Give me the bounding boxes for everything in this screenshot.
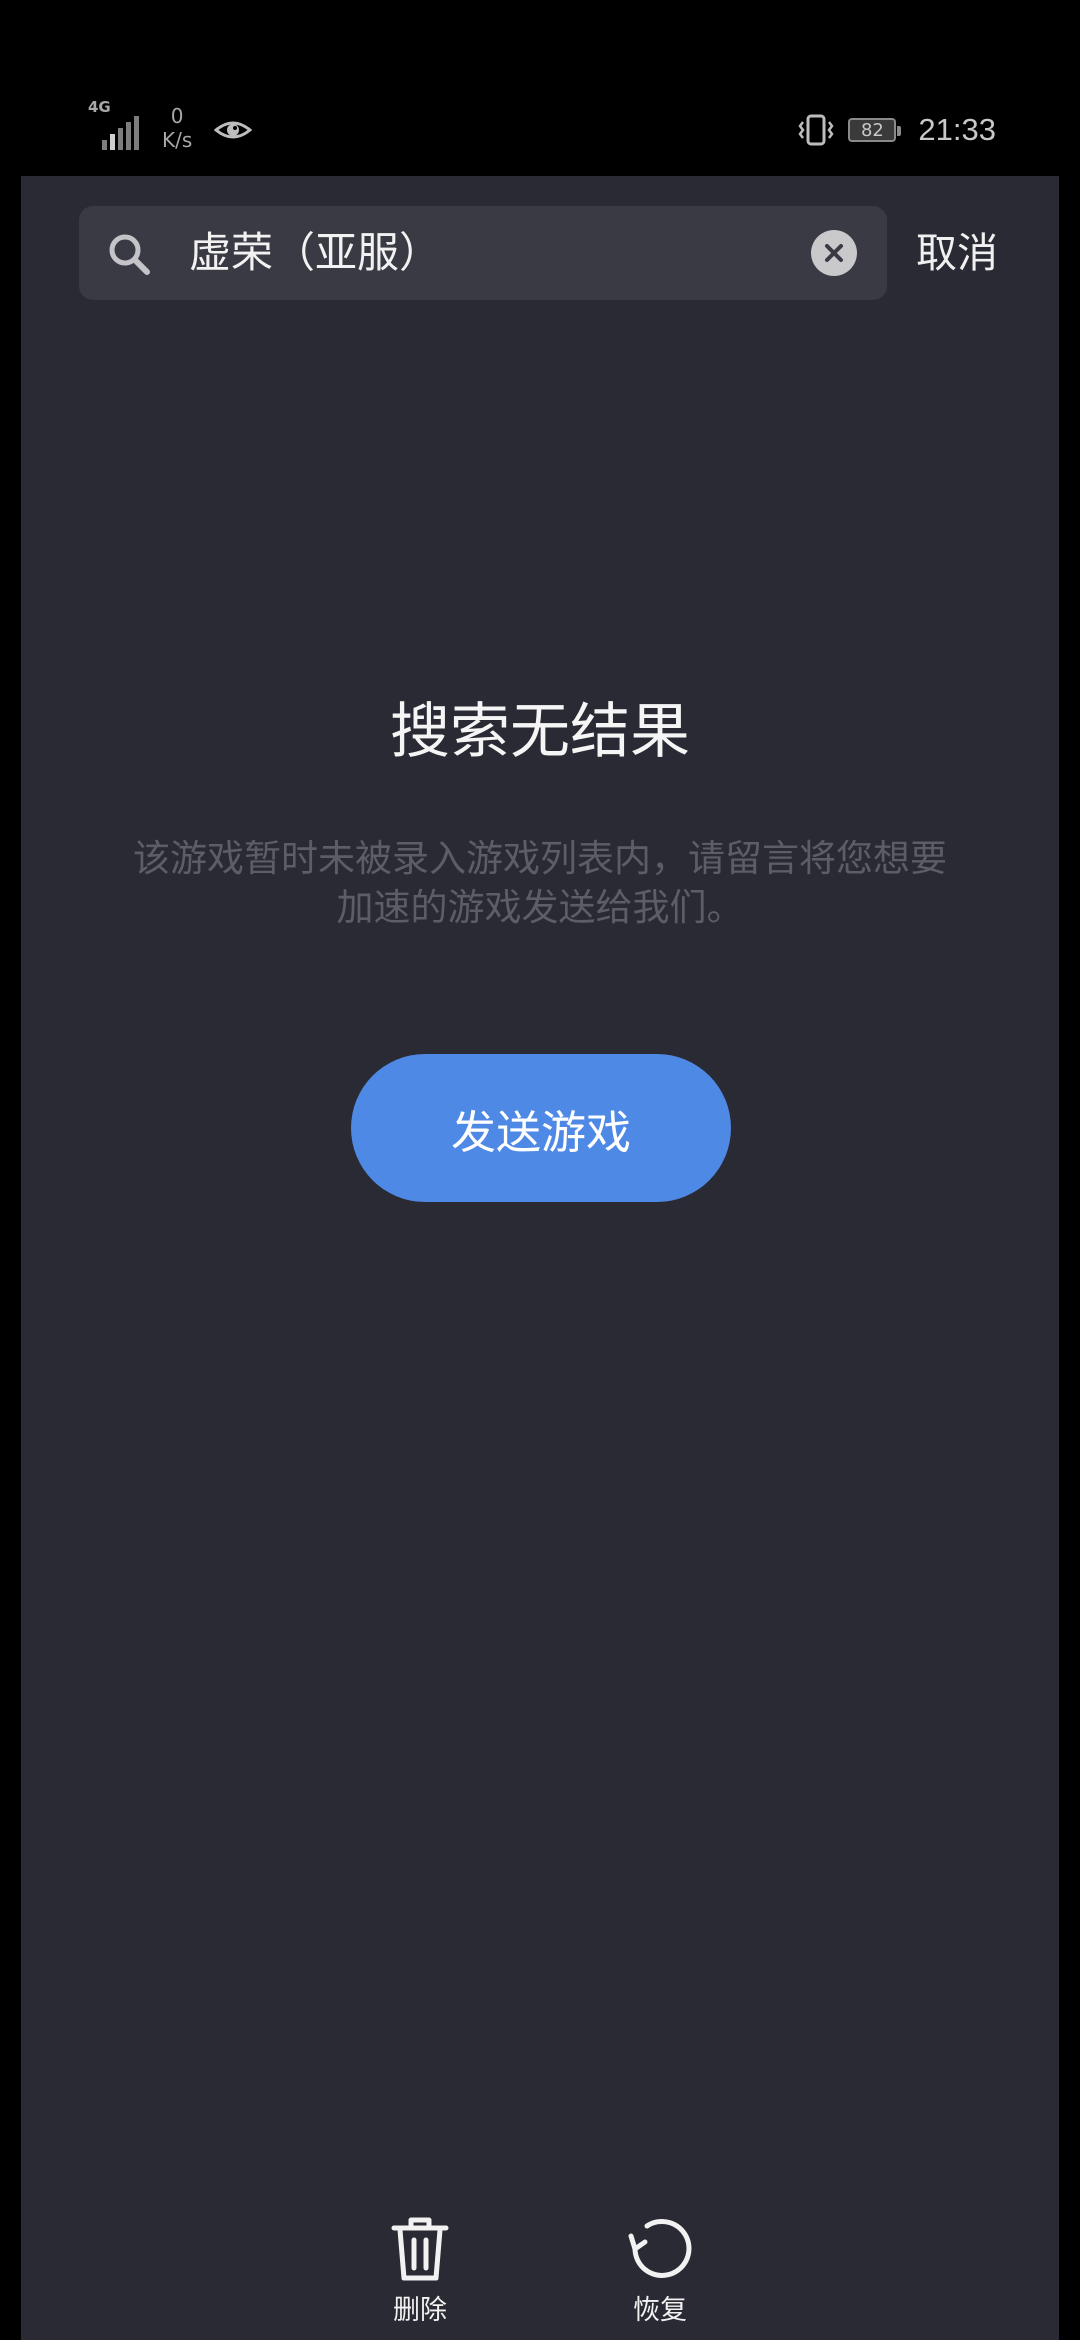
battery-level: 82	[860, 119, 884, 141]
search-page: 虚荣（亚服） 取消 搜索无结果 该游戏暂时未被录入游戏列表内，请留言将您想要加速…	[21, 176, 1059, 2340]
network-type: 4G	[88, 98, 111, 116]
send-game-button-label: 发送游戏	[450, 1105, 631, 1159]
vibrate-icon	[798, 114, 834, 146]
search-input[interactable]: 虚荣（亚服）	[79, 206, 887, 300]
network-speed: 0 K/s	[162, 104, 192, 152]
clear-icon	[825, 244, 843, 262]
restore-icon	[628, 2218, 692, 2278]
eye-icon	[214, 121, 253, 139]
signal-strength-icon: 4G	[88, 98, 140, 150]
search-icon	[109, 234, 150, 275]
trash-icon	[391, 2217, 449, 2281]
network-speed-unit: K/s	[162, 128, 193, 152]
search-query: 虚荣（亚服）	[189, 228, 442, 277]
status-left: 4G 0 K/s	[88, 98, 253, 152]
empty-state-title: 搜索无结果	[390, 697, 690, 767]
clear-search-button[interactable]	[811, 230, 857, 276]
status-bar: 4G 0 K/s 82 21:33	[0, 0, 1080, 176]
empty-state-description: 该游戏暂时未被录入游戏列表内，请留言将您想要加速的游戏发送给我们。	[133, 837, 947, 929]
screen: 4G 0 K/s 82 21:33 虚荣（亚服） 取消 搜索无结果 该游戏暂时未…	[0, 0, 1080, 2340]
restore-label: 恢复	[633, 2295, 687, 2326]
status-right: 82 21:33	[798, 112, 996, 148]
cancel-button[interactable]: 取消	[916, 228, 998, 278]
restore-button[interactable]: 恢复	[600, 2216, 720, 2327]
network-speed-value: 0	[170, 104, 184, 128]
battery-icon: 82	[848, 118, 902, 142]
send-game-button[interactable]: 发送游戏	[351, 1054, 731, 1202]
clock: 21:33	[918, 112, 996, 147]
delete-button[interactable]: 删除	[360, 2216, 480, 2327]
delete-label: 删除	[393, 2295, 447, 2326]
